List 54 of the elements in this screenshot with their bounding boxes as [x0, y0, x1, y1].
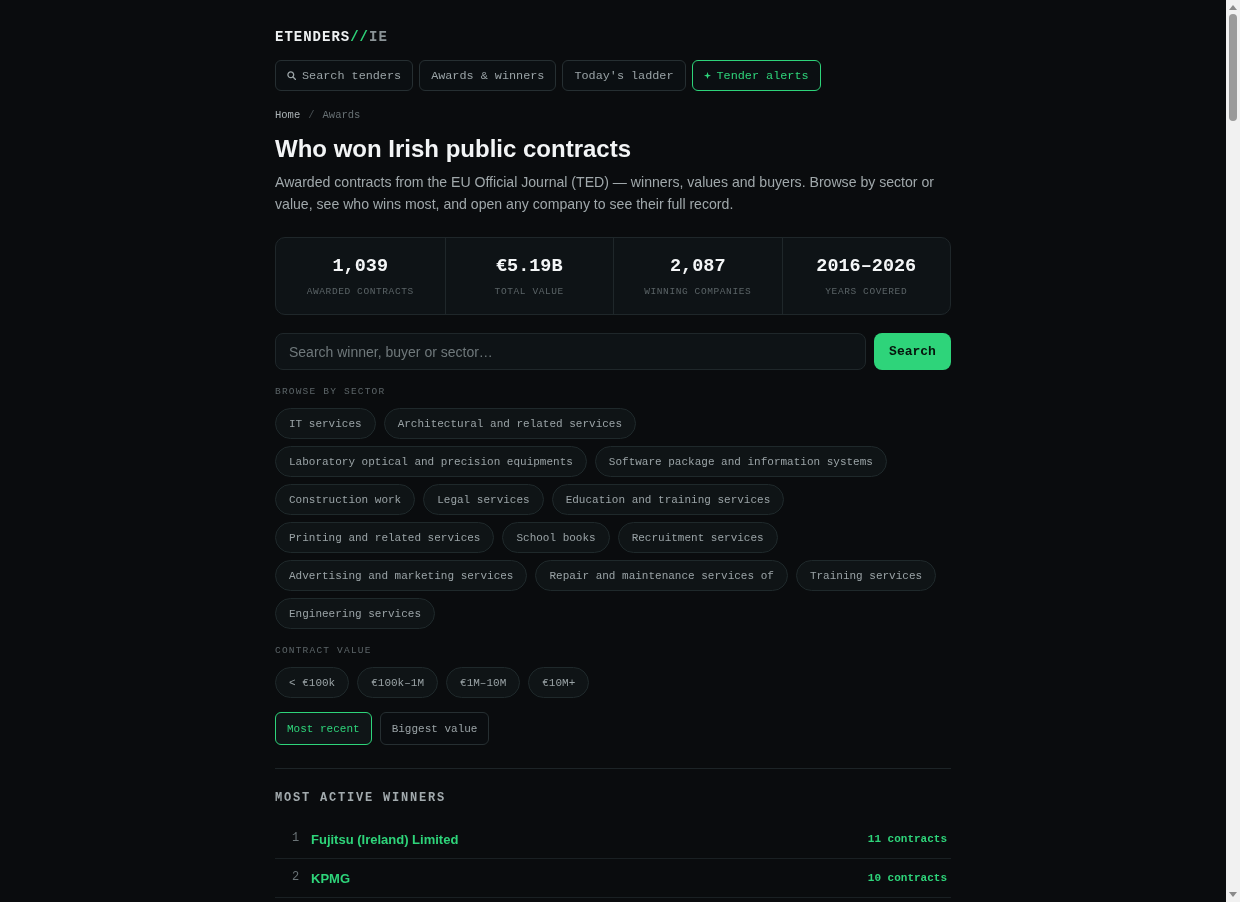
- contract-count: 10 contracts: [867, 872, 947, 884]
- stat-label: YEARS COVERED: [825, 286, 908, 298]
- page-title: Who won Irish public contracts: [275, 134, 631, 164]
- nav-tab[interactable]: Search tenders: [275, 60, 414, 91]
- sector-chip[interactable]: School books: [502, 522, 610, 553]
- nav-tab[interactable]: Today's ladder: [562, 60, 686, 91]
- sector-chip[interactable]: Training services: [795, 560, 937, 591]
- winner-link[interactable]: Fujitsu (Ireland) Limited: [311, 831, 459, 847]
- rank-number: 1: [292, 830, 301, 845]
- contract-count: 11 contracts: [867, 833, 947, 845]
- breadcrumb-current: Awards: [322, 108, 361, 123]
- sort-button[interactable]: Biggest value: [379, 712, 490, 745]
- scroll-up-arrow-icon[interactable]: [1229, 5, 1237, 10]
- section-heading: MOST ACTIVE WINNERS: [275, 790, 447, 806]
- rank-number: 2: [292, 869, 301, 884]
- scrollbar-thumb[interactable]: [1229, 14, 1237, 121]
- stat-value: 1,039: [332, 256, 388, 278]
- sector-chip[interactable]: Architectural and related services: [383, 408, 637, 439]
- stat-label: WINNING COMPANIES: [644, 286, 752, 298]
- sector-chip[interactable]: Repair and maintenance services of: [535, 560, 788, 591]
- sector-chip[interactable]: Advertising and marketing services: [275, 560, 528, 591]
- stat-value: €5.19B: [495, 256, 563, 278]
- breadcrumb-link[interactable]: Home: [275, 107, 301, 123]
- section-label: BROWSE BY SECTOR: [275, 386, 386, 398]
- stat-label: TOTAL VALUE: [494, 286, 564, 298]
- value-chip[interactable]: €100k–1M: [357, 667, 439, 698]
- stat-label: AWARDED CONTRACTS: [306, 286, 414, 298]
- sector-chip[interactable]: Engineering services: [275, 598, 436, 629]
- nav-tab[interactable]: Awards & winners: [419, 60, 557, 91]
- value-chip[interactable]: €1M–10M: [446, 667, 521, 698]
- winner-link[interactable]: KPMG: [311, 870, 350, 886]
- intro-text: Awarded contracts from the EU Official Journal (TED) — winners, values and buyers. Browse by sector or value, see who wins most, and open any company to see their full record.: [275, 173, 935, 214]
- search-button[interactable]: Search: [874, 333, 951, 370]
- sector-chip[interactable]: Education and training services: [551, 484, 785, 515]
- section-label: CONTRACT VALUE: [275, 645, 372, 657]
- sector-chip[interactable]: Printing and related services: [275, 522, 495, 553]
- sector-chip[interactable]: Laboratory optical and precision equipments: [275, 446, 587, 477]
- sector-chip[interactable]: Construction work: [275, 484, 416, 515]
- stat-value: 2016–2026: [816, 256, 917, 278]
- sector-chip[interactable]: Legal services: [423, 484, 544, 515]
- value-chip[interactable]: €10M+: [528, 667, 590, 698]
- sector-chip[interactable]: IT services: [275, 408, 376, 439]
- stat-value: 2,087: [670, 256, 726, 278]
- sparkle-icon: [703, 72, 711, 79]
- search-icon: [287, 71, 296, 80]
- scrollbar[interactable]: [1226, 0, 1240, 902]
- search-field[interactable]: Search winner, buyer or sector…: [275, 333, 866, 370]
- site-logo[interactable]: ETENDERS//IE: [275, 29, 388, 45]
- sector-chip[interactable]: Software package and information systems: [594, 446, 887, 477]
- value-chip[interactable]: < €100k: [275, 667, 350, 698]
- breadcrumb-separator: /: [308, 108, 315, 123]
- scroll-down-arrow-icon[interactable]: [1229, 892, 1237, 897]
- sector-chip[interactable]: Recruitment services: [617, 522, 778, 553]
- sort-button[interactable]: Most recent: [275, 712, 372, 745]
